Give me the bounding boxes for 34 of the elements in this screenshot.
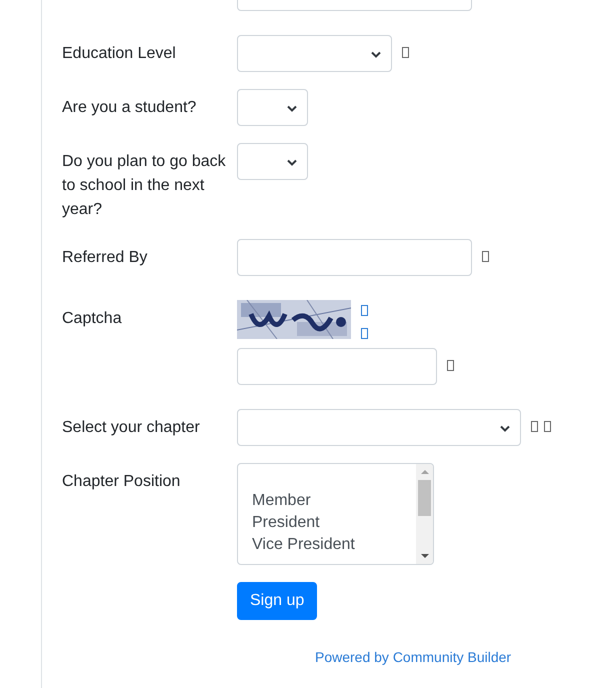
glyph-box-icon	[531, 421, 538, 432]
chevron-icon	[500, 425, 510, 432]
glyph-box-icon	[361, 305, 368, 316]
glyph-box-icon	[482, 251, 489, 262]
dropdown[interactable]	[237, 35, 392, 72]
chevron-icon	[287, 159, 297, 166]
list-option[interactable]: Vice President	[252, 534, 416, 556]
field-label: Education Level	[62, 45, 176, 62]
field-label: Chapter Position	[62, 473, 180, 490]
chevron-icon	[371, 51, 381, 58]
field-label: Do you plan to go back to school in the next year?	[62, 153, 226, 218]
field-label: Referred By	[62, 249, 148, 266]
input-field[interactable]	[237, 348, 437, 385]
glyph-box-icon	[544, 421, 551, 432]
glyph-box-icon	[361, 328, 368, 339]
list-option[interactable]: President	[252, 512, 416, 534]
field-label: Are you a student?	[62, 99, 196, 116]
list-box[interactable]: Member President Vice President	[237, 463, 434, 565]
sign-up-button[interactable]: Sign up	[237, 582, 318, 620]
glyph-box-icon	[402, 47, 409, 58]
list-option[interactable]: Member	[252, 490, 416, 512]
dropdown[interactable]	[237, 89, 308, 126]
dropdown[interactable]	[237, 409, 521, 446]
chevron-icon	[287, 105, 297, 112]
scroll-down-icon[interactable]	[420, 554, 428, 558]
field-label: Select your chapter	[62, 419, 200, 436]
scroll-thumb[interactable]	[418, 480, 431, 516]
dropdown[interactable]	[237, 143, 308, 180]
scrollbar[interactable]	[416, 464, 433, 564]
footer-link[interactable]: Powered by Community Builder	[315, 647, 512, 667]
field-label: Captcha	[62, 310, 122, 327]
glyph-box-icon	[447, 360, 454, 371]
scroll-up-icon[interactable]	[420, 470, 428, 474]
input-field[interactable]	[237, 239, 472, 276]
